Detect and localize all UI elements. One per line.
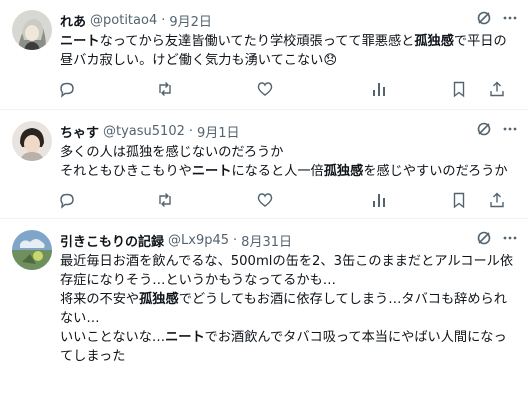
tweet-text-line: 多くの人は孤独を感じないのだろうか bbox=[60, 143, 518, 162]
views-icon[interactable] bbox=[370, 80, 388, 98]
display-name[interactable]: ちゃす bbox=[60, 122, 99, 141]
display-name[interactable]: れあ bbox=[60, 11, 86, 30]
user-handle[interactable]: @Lx9p45 bbox=[168, 233, 229, 248]
tweet-feed: れあ @potitao4 · 9月2日 ニートなってから友達皆働いてたり学校頑張… bbox=[0, 0, 528, 402]
text-segment: 存症になりそう…というかもうなってるかも… bbox=[60, 273, 336, 288]
tweet-text-line: 最近毎日お酒を飲んでるな、500mlの缶を2、3缶このままだとアルコール依 bbox=[60, 252, 518, 271]
bookmark-icon[interactable] bbox=[450, 191, 468, 209]
text-segment: それともひきこもりや bbox=[60, 164, 192, 179]
text-segment: なってから友達皆働いてたり学校頑張ってて罪悪感と bbox=[99, 34, 415, 49]
tweet-text: 多くの人は孤独を感じないのだろうか それともひきこもりやニートになると人一倍孤独感… bbox=[60, 143, 518, 181]
retweet-icon[interactable] bbox=[156, 80, 174, 98]
highlighted-keyword: ニート bbox=[60, 34, 100, 49]
highlighted-keyword: 孤独感 bbox=[414, 34, 454, 49]
tweet-actions bbox=[54, 191, 514, 209]
highlighted-keyword: 孤独感 bbox=[139, 292, 179, 307]
views-icon[interactable] bbox=[370, 191, 388, 209]
reply-icon[interactable] bbox=[58, 80, 76, 98]
tweet-header: れあ @potitao4 · 9月2日 bbox=[60, 10, 518, 30]
user-handle[interactable]: @tyasu5102 bbox=[103, 124, 185, 139]
text-segment: になると人一倍 bbox=[231, 164, 324, 179]
tweet-text-line: 将来の不安や孤独感でどうしてもお酒に依存してしまう…タバコも辞められ bbox=[60, 290, 518, 309]
dot-separator: · bbox=[161, 12, 166, 28]
highlighted-keyword: ニート bbox=[191, 164, 232, 179]
avatar[interactable] bbox=[12, 121, 52, 161]
display-name[interactable]: 引きこもりの記録 bbox=[60, 231, 164, 250]
more-icon[interactable] bbox=[502, 10, 518, 26]
tweet-date[interactable]: 8月31日 bbox=[241, 231, 292, 250]
highlighted-keyword: ニート bbox=[165, 330, 205, 345]
bookmark-icon[interactable] bbox=[450, 80, 468, 98]
text-segment: で平日の bbox=[453, 34, 507, 49]
tweet[interactable]: れあ @potitao4 · 9月2日 ニートなってから友達皆働いてたり学校頑張… bbox=[0, 0, 528, 110]
like-icon[interactable] bbox=[256, 191, 274, 209]
text-segment: 最近毎日お酒を飲んでるな、500mlの缶を2、3缶このままだとアルコール依 bbox=[60, 254, 514, 269]
tweet-text: ニートなってから友達皆働いてたり学校頑張ってて罪悪感と孤独感で平日の昼バカ寂しい… bbox=[60, 32, 518, 70]
grok-icon[interactable] bbox=[476, 230, 492, 246]
avatar[interactable] bbox=[12, 10, 52, 50]
tweet-text-line: 存症になりそう…というかもうなってるかも… bbox=[60, 271, 518, 290]
tweet-text-line: ニートなってから友達皆働いてたり学校頑張ってて罪悪感と孤独感で平日の bbox=[60, 32, 518, 51]
tweet-text-line: 昼バカ寂しい。けど働く気力も湧いてこない😞 bbox=[60, 51, 518, 70]
tweet-date[interactable]: 9月2日 bbox=[169, 11, 212, 30]
text-segment: ない… bbox=[60, 311, 100, 326]
text-segment: 将来の不安や bbox=[60, 292, 140, 307]
tweet[interactable]: ちゃす @tyasu5102 · 9月1日 多くの人は孤独を感じないのだろうかそ… bbox=[0, 111, 528, 219]
text-segment: を感じやすいのだろうか bbox=[363, 164, 508, 179]
grok-icon[interactable] bbox=[476, 10, 492, 26]
text-segment: 昼バカ寂しい。けど働く気力も湧いてこない😞 bbox=[60, 53, 338, 68]
text-segment: 多くの人は孤独を感じないのだろうか bbox=[60, 145, 284, 160]
like-icon[interactable] bbox=[256, 80, 274, 98]
tweet-text-line: ない… bbox=[60, 309, 518, 328]
user-handle[interactable]: @potitao4 bbox=[90, 13, 157, 28]
tweet-header: 引きこもりの記録 @Lx9p45 · 8月31日 bbox=[60, 230, 518, 250]
share-icon[interactable] bbox=[488, 191, 506, 209]
tweet-header: ちゃす @tyasu5102 · 9月1日 bbox=[60, 121, 518, 141]
grok-icon[interactable] bbox=[476, 121, 492, 137]
text-segment: いいことないな… bbox=[60, 330, 166, 345]
avatar[interactable] bbox=[12, 230, 52, 270]
text-segment: てしまった bbox=[60, 349, 126, 364]
tweet-text: 最近毎日お酒を飲んでるな、500mlの缶を2、3缶このままだとアルコール依 存症に… bbox=[60, 252, 518, 366]
tweet-date[interactable]: 9月1日 bbox=[197, 122, 240, 141]
tweet-actions bbox=[54, 80, 514, 98]
text-segment: でどうしてもお酒に依存してしまう…タバコも辞められ bbox=[178, 292, 507, 307]
text-segment: でお酒飲んでタバコ吸って本当にやばい人間になっ bbox=[204, 330, 507, 345]
reply-icon[interactable] bbox=[58, 191, 76, 209]
retweet-icon[interactable] bbox=[156, 191, 174, 209]
more-icon[interactable] bbox=[502, 230, 518, 246]
tweet[interactable]: 引きこもりの記録 @Lx9p45 · 8月31日 最近毎日お酒を飲んでるな、50… bbox=[0, 220, 528, 402]
dot-separator: · bbox=[188, 123, 194, 139]
share-icon[interactable] bbox=[488, 80, 506, 98]
tweet-text-line: それともひきこもりやニートになると人一倍孤独感を感じやすいのだろうか bbox=[60, 162, 518, 181]
dot-separator: · bbox=[233, 232, 238, 248]
highlighted-keyword: 孤独感 bbox=[323, 164, 364, 179]
tweet-text-line: てしまった bbox=[60, 347, 518, 366]
more-icon[interactable] bbox=[502, 121, 518, 137]
tweet-text-line: いいことないな…ニートでお酒飲んでタバコ吸って本当にやばい人間になっ bbox=[60, 328, 518, 347]
